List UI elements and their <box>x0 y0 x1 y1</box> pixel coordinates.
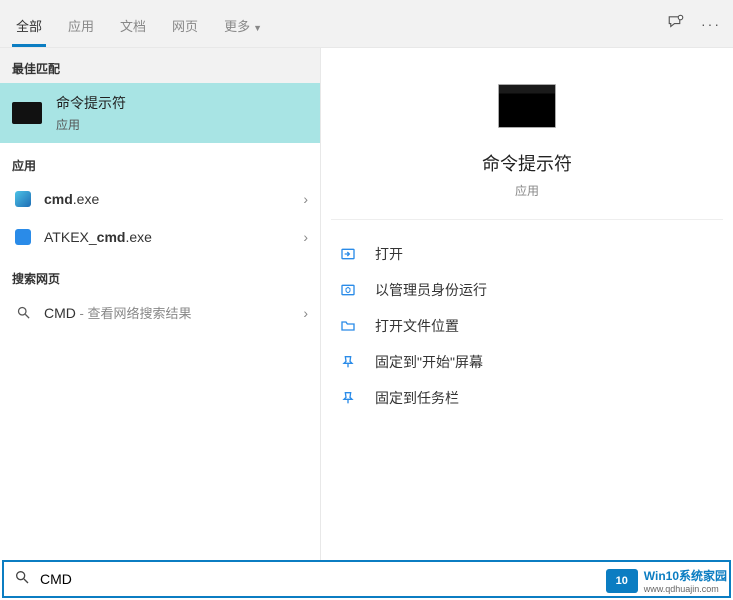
more-options-icon[interactable]: ··· <box>701 16 721 32</box>
header-tabs-bar: 全部 应用 文档 网页 更多▼ ··· <box>0 0 733 48</box>
header-actions: ··· <box>667 13 721 34</box>
content-area: 最佳匹配 命令提示符 应用 应用 cmd.exe › ATKEX_cmd.exe… <box>0 48 733 560</box>
best-match-title: 命令提示符 <box>56 93 126 113</box>
search-icon <box>14 304 32 322</box>
search-bar[interactable] <box>2 560 731 598</box>
app-label: cmd.exe <box>44 191 291 207</box>
window-icon <box>14 190 32 208</box>
folder-icon <box>339 317 357 335</box>
chevron-down-icon: ▼ <box>253 23 262 33</box>
tab-more[interactable]: 更多▼ <box>220 2 266 46</box>
app-result-atkex[interactable]: ATKEX_cmd.exe › <box>0 218 320 256</box>
action-pin-start[interactable]: 固定到"开始"屏幕 <box>329 344 725 380</box>
chevron-right-icon: › <box>303 305 308 321</box>
shield-icon <box>339 281 357 299</box>
web-label: CMD - 查看网络搜索结果 <box>44 303 291 322</box>
tab-apps[interactable]: 应用 <box>64 2 98 46</box>
detail-card: 命令提示符 应用 <box>331 56 723 220</box>
pin-icon <box>339 353 357 371</box>
web-search-result[interactable]: CMD - 查看网络搜索结果 › <box>0 293 320 332</box>
open-icon <box>339 245 357 263</box>
tab-documents[interactable]: 文档 <box>116 2 150 46</box>
results-pane: 最佳匹配 命令提示符 应用 应用 cmd.exe › ATKEX_cmd.exe… <box>0 48 320 560</box>
app-label: ATKEX_cmd.exe <box>44 229 291 245</box>
feedback-icon[interactable] <box>667 13 685 34</box>
action-run-admin[interactable]: 以管理员身份运行 <box>329 272 725 308</box>
action-label: 打开文件位置 <box>375 316 459 336</box>
detail-subtitle: 应用 <box>515 182 539 199</box>
best-match-item[interactable]: 命令提示符 应用 <box>0 83 320 143</box>
action-open[interactable]: 打开 <box>329 236 725 272</box>
action-label: 打开 <box>375 244 403 264</box>
detail-title: 命令提示符 <box>482 150 572 176</box>
action-label: 固定到任务栏 <box>375 388 459 408</box>
best-match-text: 命令提示符 应用 <box>56 93 126 133</box>
pin-icon <box>339 389 357 407</box>
section-web: 搜索网页 <box>0 256 320 293</box>
cmd-icon <box>12 102 42 124</box>
section-apps: 应用 <box>0 143 320 180</box>
tab-all[interactable]: 全部 <box>12 2 46 46</box>
best-match-subtitle: 应用 <box>56 116 126 133</box>
app-icon <box>14 228 32 246</box>
tab-web[interactable]: 网页 <box>168 2 202 46</box>
action-pin-taskbar[interactable]: 固定到任务栏 <box>329 380 725 416</box>
cmd-large-icon <box>498 84 556 128</box>
action-label: 固定到"开始"屏幕 <box>375 352 483 372</box>
section-best-match: 最佳匹配 <box>0 48 320 83</box>
action-list: 打开 以管理员身份运行 打开文件位置 固定到"开始"屏幕 固定到任务栏 <box>321 220 733 432</box>
action-label: 以管理员身份运行 <box>375 280 487 300</box>
action-open-location[interactable]: 打开文件位置 <box>329 308 725 344</box>
chevron-right-icon: › <box>303 191 308 207</box>
search-input[interactable] <box>40 571 719 587</box>
app-result-cmd[interactable]: cmd.exe › <box>0 180 320 218</box>
search-icon <box>14 569 30 589</box>
detail-pane: 命令提示符 应用 打开 以管理员身份运行 打开文件位置 固定到"开始"屏幕 <box>320 48 733 560</box>
chevron-right-icon: › <box>303 229 308 245</box>
tab-group: 全部 应用 文档 网页 更多▼ <box>12 2 667 46</box>
